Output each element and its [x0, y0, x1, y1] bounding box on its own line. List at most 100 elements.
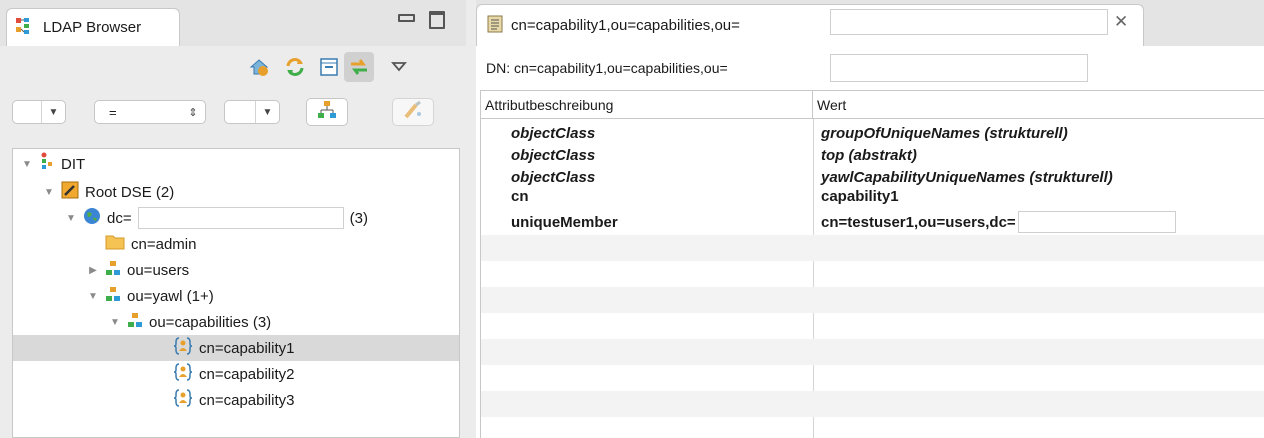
tree-node-dit[interactable]: ▼ DIT [21, 151, 85, 177]
editor-tab-label: cn=capability1,ou=capabilities,ou= [511, 17, 740, 34]
dit-icon [39, 152, 55, 176]
org-unit-icon [127, 312, 143, 332]
minimize-icon[interactable] [396, 10, 415, 28]
attribute-value: cn=testuser1,ou=users,dc= [821, 209, 1176, 235]
tree-node-dc[interactable]: ▼ dc= (3) [65, 205, 368, 231]
home-icon[interactable] [248, 56, 270, 78]
tree-node-label: cn=capability1 [199, 339, 295, 357]
chevron-down-icon: ▼ [41, 101, 65, 123]
folder-icon [105, 233, 125, 255]
up-down-chevron-icon: ⇕ [188, 106, 198, 119]
tree-node-label: cn=admin [131, 235, 197, 253]
browser-toolbar [0, 46, 466, 90]
tree-node-label: DIT [61, 155, 86, 173]
attribute-value: capability1 [821, 187, 899, 205]
ldap-browser-panel: LDAP Browser ▼ = ⇕ ▼ ▼ DIT ▼ Root DSE (2… [0, 0, 466, 438]
empty-row [481, 235, 1264, 261]
operator-combo[interactable]: = ⇕ [94, 100, 206, 124]
tree-node-label: ou=users [127, 261, 190, 279]
clear-filter-button[interactable] [392, 98, 434, 126]
tree-node-users[interactable]: ▶ ou=users [87, 257, 189, 283]
redacted-box [830, 9, 1108, 35]
org-unit-icon [105, 286, 121, 306]
empty-row [481, 313, 1264, 339]
empty-row [481, 287, 1264, 313]
empty-row [481, 417, 1264, 438]
empty-row [481, 339, 1264, 365]
expanded-triangle-icon[interactable]: ▼ [21, 159, 33, 170]
value-combo[interactable]: ▼ [224, 100, 280, 124]
tree-node-capabilities[interactable]: ▼ ou=capabilities (3) [109, 309, 271, 335]
ldap-browser-tabbar: LDAP Browser [0, 0, 466, 46]
tree-node-capability2[interactable]: cn=capability2 [173, 361, 294, 387]
column-header-attribute[interactable]: Attributbeschreibung [481, 91, 813, 119]
close-icon[interactable]: ✕ [1114, 12, 1128, 32]
tree-node-label: ou=yawl (1+) [127, 287, 214, 305]
view-menu-icon[interactable] [388, 56, 410, 78]
filter-row: ▼ = ⇕ ▼ [0, 90, 466, 144]
column-header-value[interactable]: Wert [813, 91, 1264, 119]
table-row[interactable]: uniqueMember cn=testuser1,ou=users,dc= [481, 209, 1264, 235]
tree-filter-icon [316, 99, 338, 125]
expanded-triangle-icon[interactable]: ▼ [109, 317, 121, 328]
entry-editor-panel: cn=capability1,ou=capabilities,ou= ✕ DN:… [476, 0, 1264, 438]
attribute-name: uniqueMember [511, 213, 618, 231]
attribute-name: objectClass [511, 168, 596, 186]
table-row[interactable]: cn capability1 [481, 185, 1264, 207]
root-dse-icon [61, 181, 79, 203]
panel-splitter[interactable] [466, 0, 476, 438]
redacted-box [830, 54, 1088, 82]
dn-label: DN: cn=capability1,ou=capabilities,ou= [486, 60, 728, 76]
tree-node-admin[interactable]: cn=admin [105, 231, 196, 257]
attribute-value: yawlCapabilityUniqueNames (strukturell) [821, 168, 1113, 186]
expanded-triangle-icon[interactable]: ▼ [43, 187, 55, 198]
ldap-browser-icon [15, 16, 35, 40]
tree-node-count: (3) [349, 209, 368, 227]
globe-icon [83, 207, 101, 229]
tree-node-label: ou=capabilities (3) [149, 313, 272, 331]
table-row[interactable]: objectClass yawlCapabilityUniqueNames (s… [481, 167, 1264, 187]
entry-document-icon [487, 15, 503, 37]
tree-node-capability1[interactable]: cn=capability1 [173, 335, 294, 361]
attribute-combo[interactable]: ▼ [12, 100, 66, 124]
expanded-triangle-icon[interactable]: ▼ [87, 291, 99, 302]
org-unit-icon [105, 260, 121, 280]
attribute-value: top (abstrakt) [821, 146, 917, 164]
collapse-all-icon[interactable] [318, 56, 340, 78]
entry-icon [173, 388, 193, 412]
empty-row [481, 391, 1264, 417]
empty-row [481, 261, 1264, 287]
attribute-name: cn [511, 187, 529, 205]
attribute-table: Attributbeschreibung Wert objectClass gr… [480, 90, 1264, 438]
ldap-browser-tab[interactable]: LDAP Browser [6, 8, 180, 46]
tree-node-label: cn=capability2 [199, 365, 295, 383]
attribute-value-text: cn=testuser1,ou=users,dc= [821, 213, 1016, 231]
table-header: Attributbeschreibung Wert [481, 91, 1264, 119]
editor-tabbar: cn=capability1,ou=capabilities,ou= ✕ [476, 0, 1264, 46]
tree-node-label: cn=capability3 [199, 391, 295, 409]
tree-filter-button[interactable] [306, 98, 348, 126]
clear-filter-icon [402, 99, 424, 125]
table-row[interactable]: objectClass top (abstrakt) [481, 142, 1264, 168]
attribute-name: objectClass [511, 146, 596, 164]
refresh-icon[interactable] [284, 56, 306, 78]
redacted-box [1017, 211, 1176, 233]
tree-node-label: Root DSE (2) [85, 183, 175, 201]
tree-node-label: dc= [107, 209, 132, 227]
redacted-box [137, 207, 344, 229]
ldap-browser-tab-label: LDAP Browser [43, 19, 142, 36]
maximize-icon[interactable] [428, 10, 446, 29]
chevron-down-icon: ▼ [255, 101, 279, 123]
operator-combo-value: = [109, 104, 117, 120]
empty-row [481, 365, 1264, 391]
entry-icon [173, 362, 193, 386]
link-with-editor-icon[interactable] [344, 52, 374, 82]
expanded-triangle-icon[interactable]: ▼ [65, 213, 77, 224]
tree-node-root-dse[interactable]: ▼ Root DSE (2) [43, 179, 174, 205]
collapsed-triangle-icon[interactable]: ▶ [87, 265, 99, 276]
tree-node-yawl[interactable]: ▼ ou=yawl (1+) [87, 283, 214, 309]
dn-header: DN: cn=capability1,ou=capabilities,ou= [476, 46, 1264, 90]
dit-tree: ▼ DIT ▼ Root DSE (2) ▼ dc= (3) cn=admin … [12, 148, 460, 438]
tree-node-capability3[interactable]: cn=capability3 [173, 387, 294, 413]
entry-icon [173, 336, 193, 360]
